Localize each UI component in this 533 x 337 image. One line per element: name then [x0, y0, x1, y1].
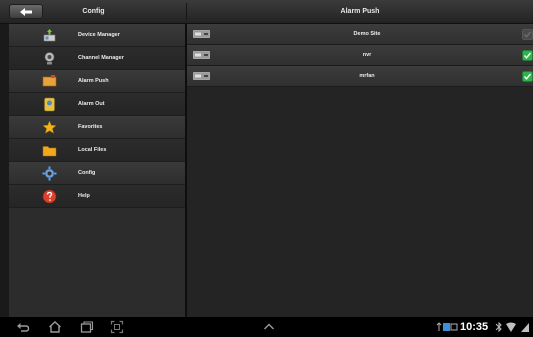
channel-manager-icon — [44, 52, 55, 65]
list-item[interactable]: mrfan — [187, 66, 533, 87]
sidebar-item-favorites[interactable]: Favorites — [9, 116, 185, 139]
sidebar-item-label: Help — [78, 193, 90, 199]
sidebar-item-alarm-push[interactable]: Alarm Push — [9, 70, 185, 93]
usb-icon — [436, 322, 458, 331]
home-nav-icon[interactable] — [48, 320, 62, 334]
sidebar-item-local-files[interactable]: Local Files — [9, 139, 185, 162]
checkbox-checked-icon[interactable] — [522, 50, 533, 61]
sidebar-title: Config — [82, 8, 105, 15]
alarm-out-icon — [44, 97, 55, 112]
sidebar-item-label: Alarm Push — [78, 78, 109, 84]
page-title: Alarm Push — [340, 8, 380, 15]
dvr-device-icon — [193, 72, 210, 80]
sidebar-item-label: Device Manager — [78, 32, 120, 38]
status-clock: 10:35 — [460, 321, 489, 333]
device-name: nvr — [362, 52, 372, 58]
wifi-icon — [506, 322, 516, 332]
checkbox-unchecked-icon[interactable] — [522, 29, 533, 40]
sidebar-item-help[interactable]: Help — [9, 185, 185, 208]
sidebar-item-alarm-out[interactable]: Alarm Out — [9, 93, 185, 116]
system-nav-bar: 10:35 — [0, 317, 533, 337]
recent-apps-icon[interactable] — [80, 320, 94, 334]
sidebar-item-label: Config — [78, 170, 96, 176]
checkbox-checked-icon[interactable] — [522, 71, 533, 82]
device-manager-icon — [43, 29, 56, 42]
gear-icon — [42, 166, 57, 181]
alarm-push-icon — [42, 75, 57, 87]
dvr-device-icon — [193, 30, 210, 38]
alarm-push-panel: Demo Site nvr mrfan — [187, 24, 533, 317]
device-name: mrfan — [359, 73, 375, 79]
dvr-device-icon — [193, 51, 210, 59]
bluetooth-icon — [495, 321, 502, 333]
sidebar-item-channel-manager[interactable]: Channel Manager — [9, 47, 185, 70]
back-nav-icon[interactable] — [16, 320, 30, 334]
list-item[interactable]: Demo Site — [187, 24, 533, 45]
sidebar-item-label: Favorites — [78, 124, 103, 130]
folder-icon — [42, 146, 57, 157]
app-header: Config Alarm Push — [0, 0, 533, 24]
list-item[interactable]: nvr — [187, 45, 533, 66]
star-icon — [42, 120, 57, 134]
sidebar-item-config[interactable]: Config — [9, 162, 185, 185]
sidebar-item-device-manager[interactable]: Device Manager — [9, 24, 185, 47]
screenshot-icon[interactable] — [110, 320, 124, 334]
signal-icon — [521, 323, 529, 332]
help-icon — [42, 189, 57, 204]
sidebar-item-label: Alarm Out — [78, 101, 105, 107]
sidebar-item-label: Channel Manager — [78, 55, 124, 61]
sidebar-menu: Device Manager Channel Manager Alarm Pus… — [9, 24, 185, 317]
chevron-up-icon[interactable] — [262, 320, 276, 334]
sidebar-item-label: Local Files — [78, 147, 107, 153]
device-name: Demo Site — [353, 31, 381, 37]
